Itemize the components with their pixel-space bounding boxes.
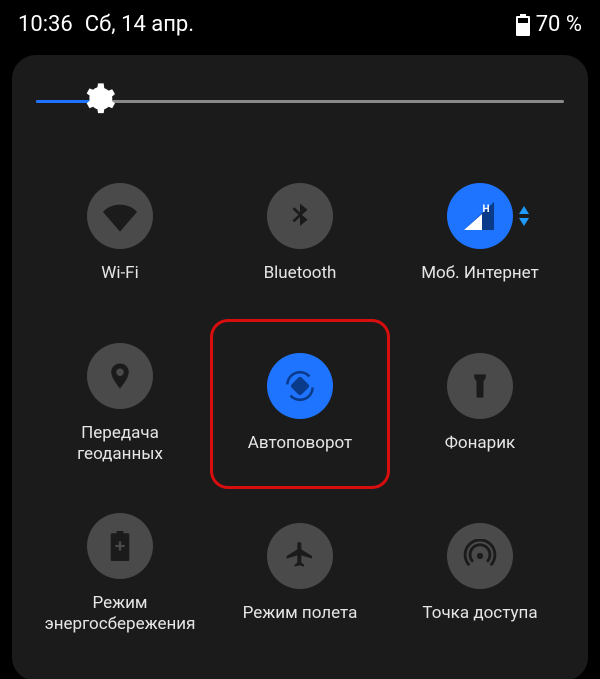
tiles-grid: Wi-Fi Bluetooth H Моб. Интернет <box>30 149 570 659</box>
tile-label: Wi-Fi <box>101 263 138 284</box>
battery-icon <box>516 14 530 36</box>
brightness-slider[interactable] <box>36 83 564 119</box>
tile-bluetooth[interactable]: Bluetooth <box>210 149 390 319</box>
wifi-icon <box>87 183 153 249</box>
airplane-icon <box>267 523 333 589</box>
status-date: Сб, 14 апр. <box>85 12 516 37</box>
status-bar: 10:36 Сб, 14 апр. 70 % <box>0 0 600 43</box>
hotspot-icon <box>447 523 513 589</box>
tile-label: Bluetooth <box>264 263 337 284</box>
svg-text:H: H <box>482 204 489 215</box>
tile-label: Режим полета <box>243 603 358 624</box>
tile-label: Моб. Интернет <box>421 263 539 284</box>
tile-label: Режим энергосбережения <box>45 593 196 636</box>
autorotate-icon <box>267 353 333 419</box>
mobile-data-arrows-icon <box>519 206 529 226</box>
tile-hotspot[interactable]: Точка доступа <box>390 489 570 659</box>
tile-label: Передача геоданных <box>38 423 202 466</box>
status-right: 70 % <box>516 12 582 37</box>
tile-airplane-mode[interactable]: Режим полета <box>210 489 390 659</box>
tile-battery-saver[interactable]: Режим энергосбережения <box>30 489 210 659</box>
tile-autorotate[interactable]: Автоповорот <box>210 319 390 489</box>
tile-wifi[interactable]: Wi-Fi <box>30 149 210 319</box>
location-pin-icon <box>87 343 153 409</box>
tile-flashlight[interactable]: Фонарик <box>390 319 570 489</box>
tile-mobile-data[interactable]: H Моб. Интернет <box>390 149 570 319</box>
brightness-thumb-gear-icon[interactable] <box>82 82 116 120</box>
tile-location[interactable]: Передача геоданных <box>30 319 210 489</box>
status-time: 10:36 <box>18 12 73 37</box>
mobile-data-icon: H <box>447 183 513 249</box>
tile-label: Точка доступа <box>422 603 537 624</box>
battery-percentage: 70 % <box>536 12 582 37</box>
flashlight-icon <box>447 353 513 419</box>
battery-saver-icon <box>87 513 153 579</box>
quick-settings-panel: Wi-Fi Bluetooth H Моб. Интернет <box>12 55 588 679</box>
tile-label: Автоповорот <box>248 433 352 454</box>
brightness-track <box>36 100 564 103</box>
bluetooth-icon <box>267 183 333 249</box>
tile-label: Фонарик <box>445 433 515 454</box>
